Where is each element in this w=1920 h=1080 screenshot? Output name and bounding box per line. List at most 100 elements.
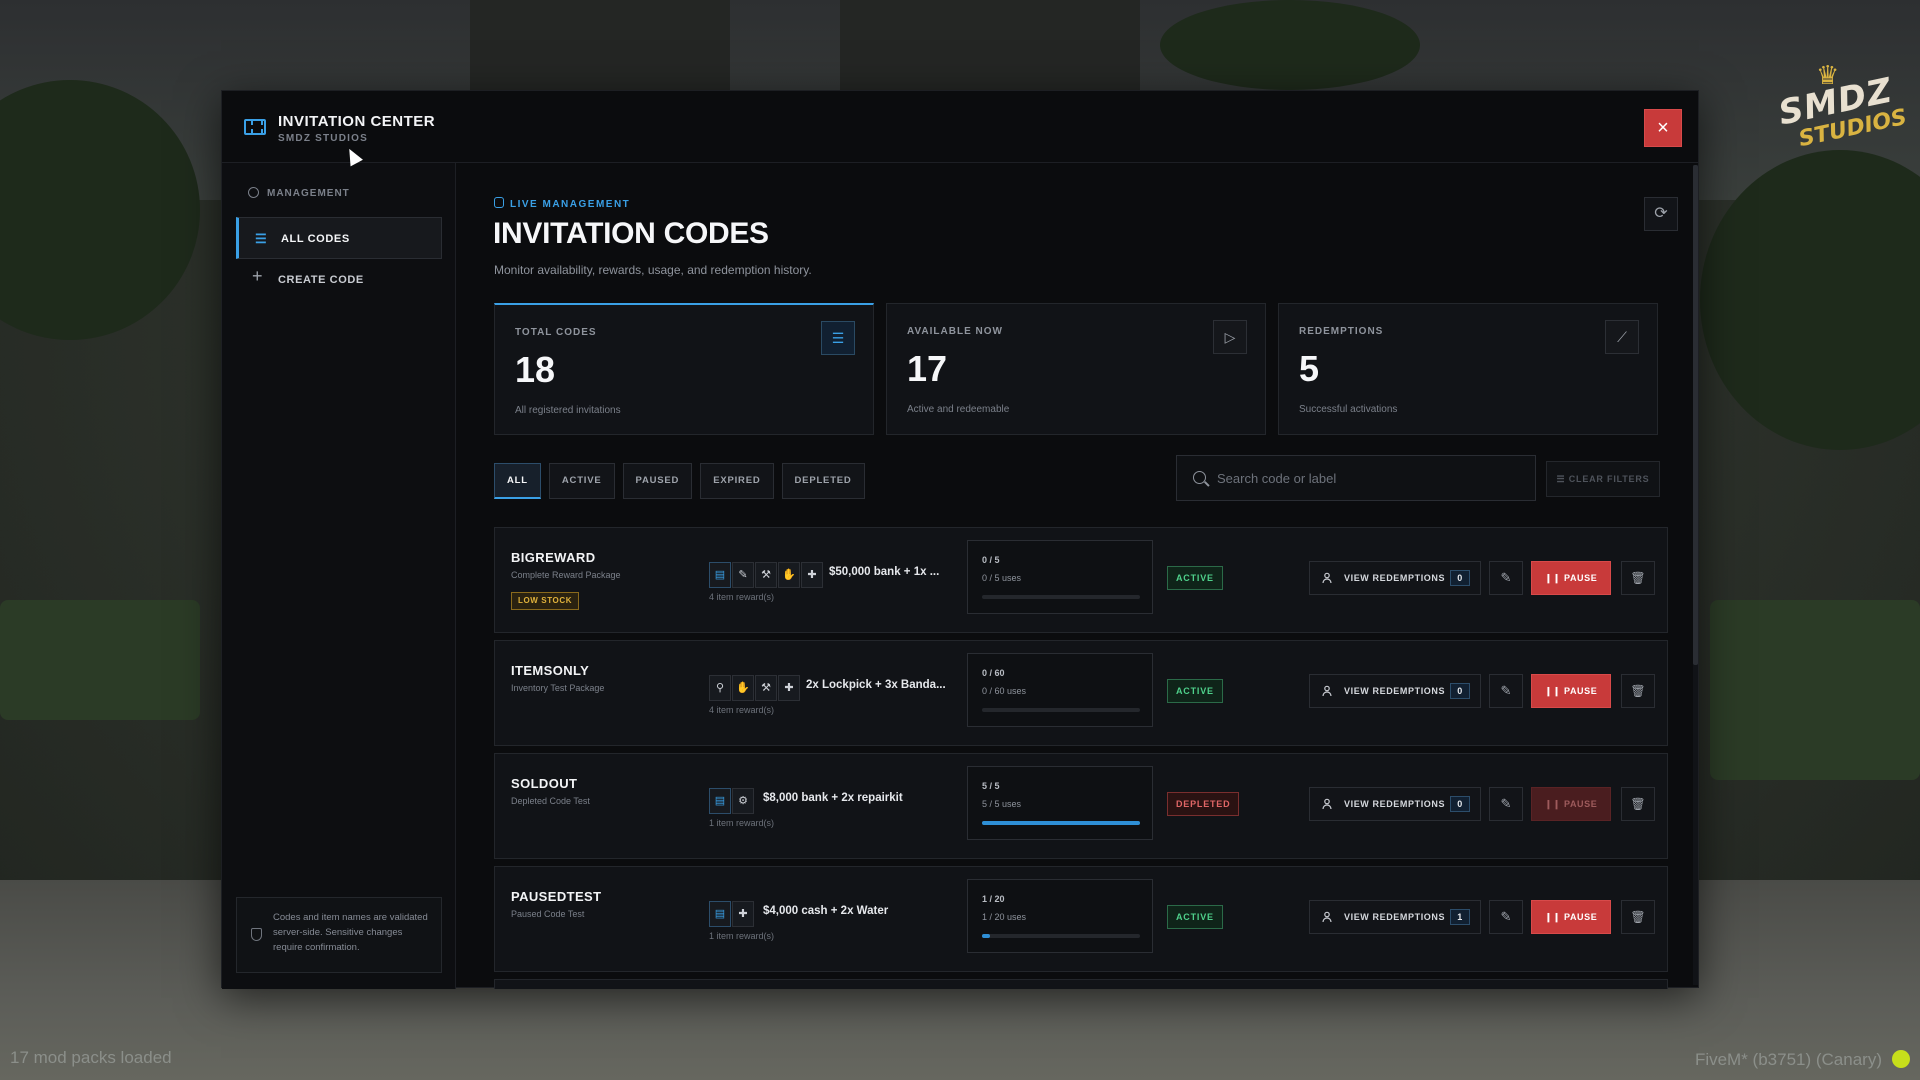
sidebar-item-create-code[interactable]: + CREATE CODE xyxy=(236,259,442,301)
sidebar-section-label: MANAGEMENT xyxy=(267,188,350,199)
background-building xyxy=(840,0,1140,90)
usage-long: 0 / 5 uses xyxy=(982,573,1022,583)
tab-paused[interactable]: PAUSED xyxy=(622,463,693,499)
usage-box: 0 / 5 0 / 5 uses xyxy=(967,540,1153,614)
tab-all[interactable]: ALL xyxy=(494,463,541,499)
search-input[interactable] xyxy=(1217,456,1517,500)
refresh-icon: ⟳ xyxy=(1654,205,1668,222)
delete-button[interactable]: 🗑 xyxy=(1621,561,1655,595)
view-redemptions-button[interactable]: VIEW REDEMPTIONS 0 xyxy=(1309,787,1481,821)
usage-short: 1 / 20 xyxy=(982,894,1005,904)
code-row-partial xyxy=(494,979,1668,989)
stat-desc: Successful activations xyxy=(1299,404,1398,415)
edit-button[interactable]: ✎ xyxy=(1489,674,1523,708)
usage-bar xyxy=(982,934,1140,938)
low-stock-badge: LOW STOCK xyxy=(511,592,580,610)
edit-button[interactable]: ✎ xyxy=(1489,561,1523,595)
pause-button[interactable]: ❙❙ PAUSE xyxy=(1531,674,1611,708)
trash-icon: 🗑 xyxy=(1630,571,1646,585)
refresh-button[interactable]: ⟳ xyxy=(1644,197,1678,231)
reward-summary: $4,000 cash + 2x Water xyxy=(763,905,889,917)
code-name: ITEMSONLY xyxy=(511,663,590,678)
reward-count: 1 item reward(s) xyxy=(709,818,775,828)
stat-value: 18 xyxy=(515,349,556,390)
view-redemptions-button[interactable]: VIEW REDEMPTIONS 0 xyxy=(1309,561,1481,595)
code-row-bigreward: BIGREWARD Complete Reward Package LOW ST… xyxy=(494,527,1668,633)
usage-bar xyxy=(982,821,1140,825)
users-icon xyxy=(1322,798,1332,810)
scrollbar-thumb[interactable] xyxy=(1693,165,1698,665)
bank-icon: ▤ xyxy=(709,901,731,927)
close-button[interactable]: × xyxy=(1644,109,1682,147)
stat-card-available-now: AVAILABLE NOW 17 Active and redeemable ▷ xyxy=(886,303,1266,435)
stat-label: AVAILABLE NOW xyxy=(907,326,1003,337)
view-redemptions-label: VIEW REDEMPTIONS xyxy=(1344,912,1446,922)
usage-box: 5 / 5 5 / 5 uses xyxy=(967,766,1153,840)
reward-count: 4 item reward(s) xyxy=(709,705,775,715)
item-icon: ⚲ xyxy=(709,675,731,701)
redemption-count: 0 xyxy=(1450,683,1470,699)
shield-icon xyxy=(251,928,262,941)
delete-button[interactable]: 🗑 xyxy=(1621,674,1655,708)
code-row-itemsonly: ITEMSONLY Inventory Test Package ⚲ ✋ ⚒ ✚… xyxy=(494,640,1668,746)
tab-expired[interactable]: EXPIRED xyxy=(700,463,774,499)
reward-summary: 2x Lockpick + 3x Banda... xyxy=(806,679,946,691)
app-title: INVITATION CENTER xyxy=(278,113,436,130)
bank-icon: ▤ xyxy=(709,788,731,814)
code-label: Complete Reward Package xyxy=(511,570,621,580)
tab-depleted[interactable]: DEPLETED xyxy=(781,463,865,499)
build-info: FiveM* (b3751) (Canary) xyxy=(1694,1050,1882,1069)
pause-icon: ❙❙ xyxy=(1544,912,1565,922)
usage-bar xyxy=(982,595,1140,599)
clear-filters-label: CLEAR FILTERS xyxy=(1568,474,1650,484)
clear-filters-button[interactable]: ☰ CLEAR FILTERS xyxy=(1546,461,1660,497)
usage-long: 0 / 60 uses xyxy=(982,686,1027,696)
view-redemptions-button[interactable]: VIEW REDEMPTIONS 1 xyxy=(1309,900,1481,934)
pause-label: PAUSE xyxy=(1564,686,1598,696)
code-label: Inventory Test Package xyxy=(511,683,605,693)
tab-active[interactable]: ACTIVE xyxy=(548,463,615,499)
view-redemptions-button[interactable]: VIEW REDEMPTIONS 0 xyxy=(1309,674,1481,708)
redemption-count: 0 xyxy=(1450,796,1470,812)
edit-button[interactable]: ✎ xyxy=(1489,787,1523,821)
delete-button[interactable]: 🗑 xyxy=(1621,900,1655,934)
play-icon: ▷ xyxy=(1213,320,1247,354)
usage-short: 5 / 5 xyxy=(982,781,1000,791)
code-name: BIGREWARD xyxy=(511,550,596,565)
fivem-logo-icon xyxy=(1892,1050,1910,1068)
usage-bar-fill xyxy=(982,934,990,938)
kicker-label: LIVE MANAGEMENT xyxy=(510,199,631,210)
usage-box: 0 / 60 0 / 60 uses xyxy=(967,653,1153,727)
delete-button[interactable]: 🗑 xyxy=(1621,787,1655,821)
stat-card-total-codes: TOTAL CODES 18 All registered invitation… xyxy=(494,303,874,435)
invitation-center-modal: INVITATION CENTER SMDZ STUDIOS × MANAGEM… xyxy=(221,90,1700,989)
pause-button[interactable]: ❙❙ PAUSE xyxy=(1531,787,1611,821)
background-hedge xyxy=(0,600,200,720)
code-label: Depleted Code Test xyxy=(511,796,590,806)
search-box xyxy=(1176,455,1536,501)
filter-icon: ☰ xyxy=(1556,474,1569,484)
list-icon: ☰ xyxy=(255,231,268,246)
item-icon: ✚ xyxy=(732,901,754,927)
filter-tabs: ALL ACTIVE PAUSED EXPIRED DEPLETED xyxy=(494,463,873,499)
usage-long: 5 / 5 uses xyxy=(982,799,1022,809)
pause-label: PAUSE xyxy=(1564,912,1598,922)
pencil-icon: ✎ xyxy=(1500,570,1512,585)
users-icon xyxy=(1322,685,1332,697)
sidebar-item-all-codes[interactable]: ☰ ALL CODES xyxy=(236,217,442,259)
reward-icons: ⚲ ✋ ⚒ ✚ xyxy=(709,675,801,701)
page-description: Monitor availability, rewards, usage, an… xyxy=(494,263,812,277)
pause-icon: ❙❙ xyxy=(1544,686,1565,696)
pause-button[interactable]: ❙❙ PAUSE xyxy=(1531,561,1611,595)
app-subtitle: SMDZ STUDIOS xyxy=(278,133,368,144)
item-icon: ⚒ xyxy=(755,675,777,701)
main-content: LIVE MANAGEMENT INVITATION CODES Monitor… xyxy=(456,163,1700,989)
view-redemptions-label: VIEW REDEMPTIONS xyxy=(1344,799,1446,809)
pause-button[interactable]: ❙❙ PAUSE xyxy=(1531,900,1611,934)
chart-icon: ⟋ xyxy=(1605,320,1639,354)
status-badge: ACTIVE xyxy=(1167,679,1223,703)
status-badge: ACTIVE xyxy=(1167,566,1223,590)
redemption-count: 1 xyxy=(1450,909,1470,925)
edit-button[interactable]: ✎ xyxy=(1489,900,1523,934)
stat-card-redemptions: REDEMPTIONS 5 Successful activations ⟋ xyxy=(1278,303,1658,435)
